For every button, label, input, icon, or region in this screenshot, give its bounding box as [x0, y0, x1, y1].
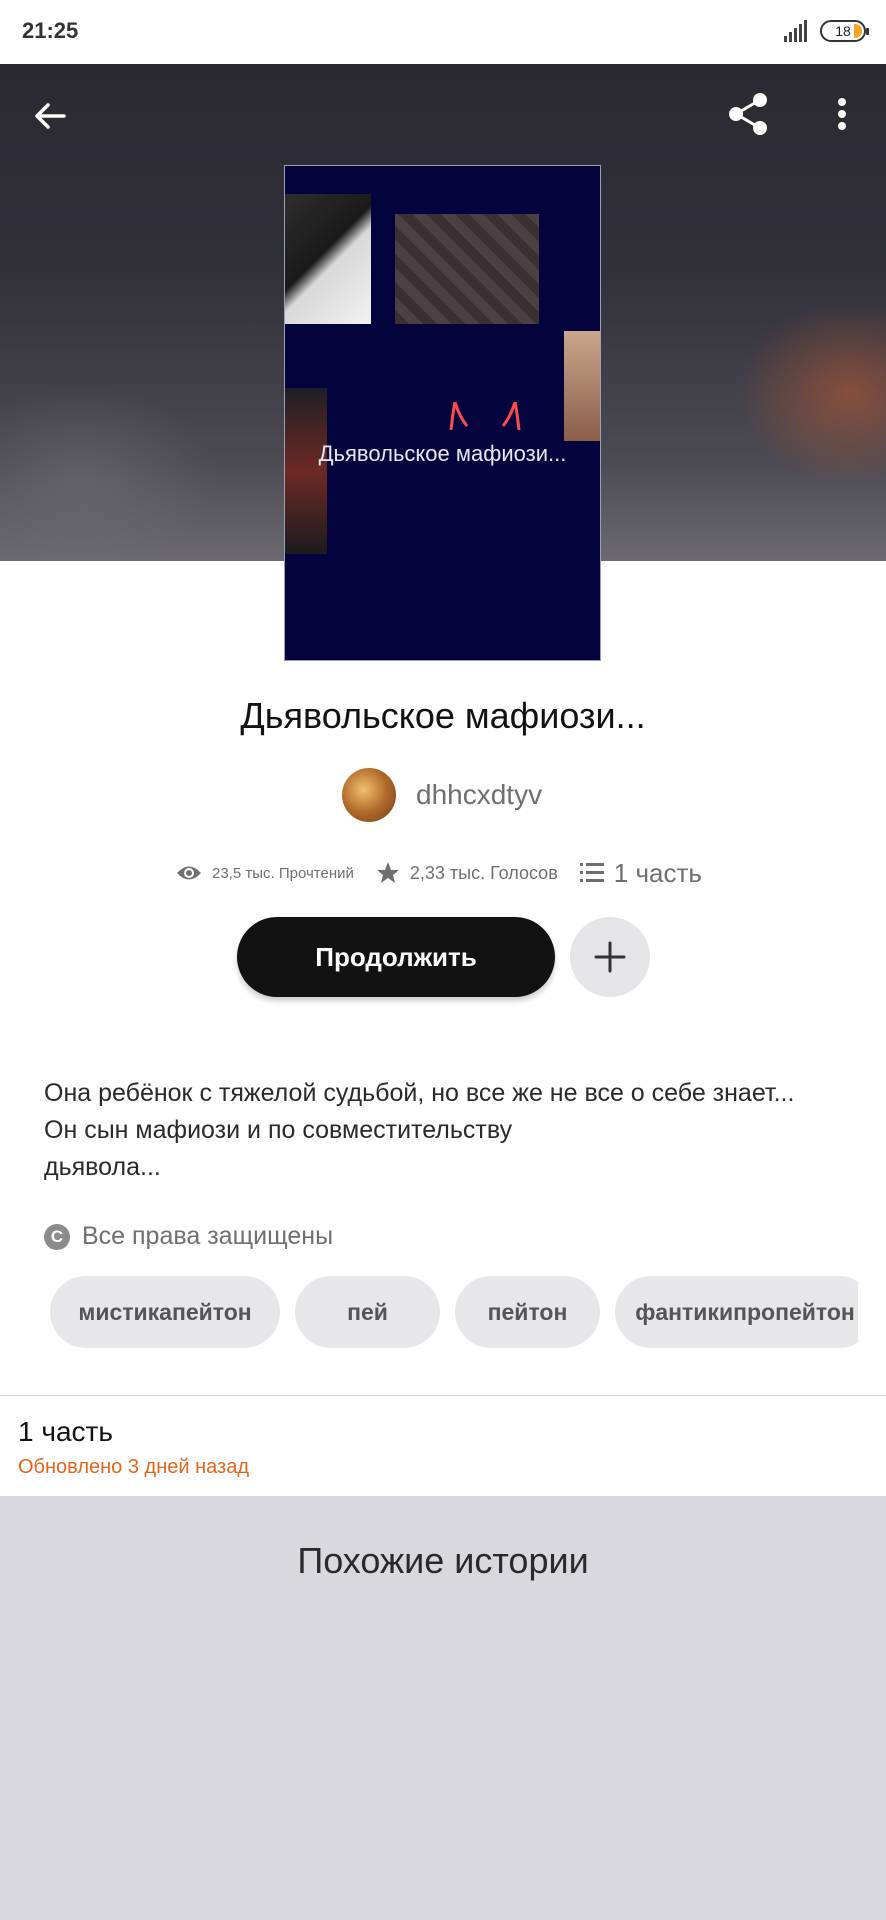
description-line: дьявола... [44, 1153, 161, 1181]
battery-level: 18 [835, 23, 851, 39]
share-button[interactable] [718, 84, 778, 144]
cover-photo-weapons [395, 214, 539, 324]
divider [0, 1395, 886, 1396]
story-title: Дьявольское мафиози... [240, 695, 646, 736]
status-bar: 21:25 18 [0, 0, 886, 64]
more-options-button[interactable] [812, 84, 872, 144]
description-line: Она ребёнок с тяжелой судьбой, но все же… [44, 1079, 795, 1107]
eye-icon [177, 866, 201, 880]
cover-photo-portrait [564, 331, 600, 441]
tag-chip[interactable]: пейтон [455, 1276, 600, 1348]
cover-photo-silhouette [285, 194, 371, 324]
votes-stat: 2,33 тыс. Голосов [376, 861, 558, 885]
story-description: Она ребёнок с тяжелой судьбой, но все же… [44, 1075, 844, 1186]
plus-icon [594, 941, 626, 973]
tag-chip[interactable]: фантикипропейтон [615, 1276, 858, 1348]
similar-stories-title: Похожие истории [297, 1540, 589, 1581]
reads-count: 23,5 тыс. Прочтений [212, 864, 354, 882]
copyright-icon: C [44, 1223, 70, 1250]
description-line: Он сын мафиози и по совместительству [44, 1116, 513, 1144]
share-icon [729, 93, 767, 135]
similar-stories-section: Похожие истории [0, 1496, 886, 1920]
parts-stat: 1 часть [579, 857, 702, 889]
book-cover: Дьявольское мафиози... [284, 165, 601, 661]
author-name[interactable]: dhhcxdtyv [416, 779, 542, 811]
signal-icon [784, 20, 807, 42]
back-button[interactable] [20, 86, 80, 146]
tag-chip[interactable]: пей [295, 1276, 440, 1348]
avatar[interactable] [342, 768, 396, 822]
status-time: 21:25 [22, 18, 79, 43]
copyright-text: Все права защищены [82, 1222, 334, 1250]
story-stats: 23,5 тыс. Прочтений 2,33 тыс. Голосов 1 … [176, 856, 724, 890]
add-to-library-button[interactable] [570, 917, 650, 997]
cover-photo-red [285, 388, 327, 554]
cover-title: Дьявольское мафиози... [318, 441, 567, 466]
parts-title[interactable]: 1 часть [18, 1416, 113, 1448]
devil-horns-icon [449, 402, 521, 431]
arrow-left-icon [35, 103, 66, 129]
list-icon [579, 863, 604, 882]
star-icon [376, 862, 399, 883]
votes-count: 2,33 тыс. Голосов [409, 862, 558, 883]
continue-reading-button[interactable]: Продолжить [237, 917, 555, 997]
updated-text: Обновлено 3 дней назад [18, 1456, 250, 1478]
author-link[interactable]: dhhcxdtyv [342, 768, 542, 822]
tag-list: мистикапейтон пей пейтон фантикипропейто… [50, 1276, 858, 1348]
tag-chip[interactable]: мистикапейтон [50, 1276, 280, 1348]
battery-icon: 18 [820, 20, 869, 42]
more-vertical-icon [838, 98, 846, 130]
copyright-notice: C Все права защищены [44, 1222, 333, 1251]
reads-stat: 23,5 тыс. Прочтений [176, 864, 354, 882]
parts-count: 1 часть [613, 857, 702, 888]
